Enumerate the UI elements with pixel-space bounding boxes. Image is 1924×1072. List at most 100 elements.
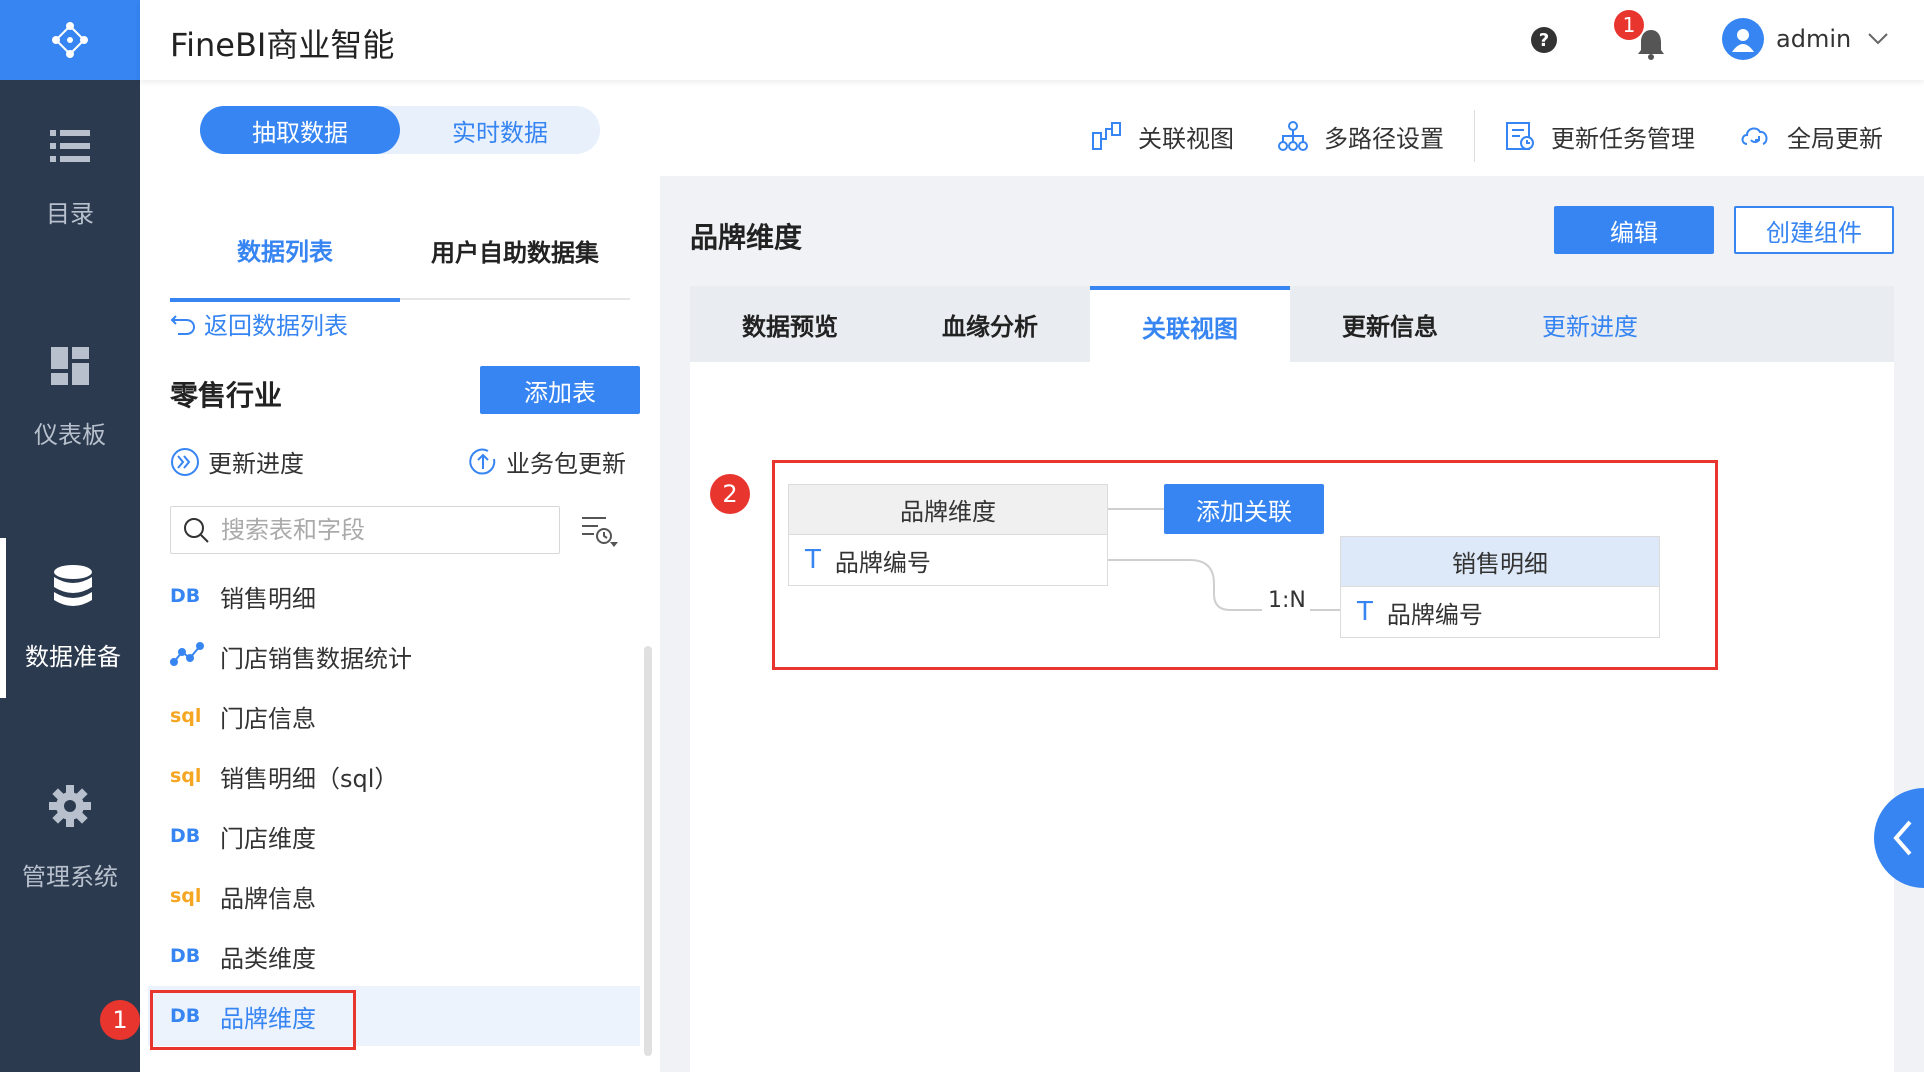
package-title: 零售行业 [170,379,283,412]
tab-update-progress[interactable]: 更新进度 [1490,286,1690,362]
multipath-button[interactable]: 多路径设置 [1278,119,1444,154]
text-field-icon: T [805,545,821,575]
list-scrollbar[interactable] [644,646,652,1056]
add-table-button[interactable]: 添加表 [480,366,640,414]
package-update-label: 业务包更新 [506,450,626,478]
tab-update-info[interactable]: 更新信息 [1290,286,1490,362]
tab-data-preview[interactable]: 数据预览 [690,286,890,362]
source-table-node[interactable]: 品牌维度 T 品牌编号 [788,484,1108,586]
relation-view-button[interactable]: 关联视图 [1092,119,1234,154]
source-field-row[interactable]: T 品牌编号 [789,535,1107,585]
nav-item-dashboard[interactable]: 仪表板 [0,318,140,478]
update-progress-label: 更新进度 [208,450,304,478]
edit-button[interactable]: 编辑 [1554,206,1714,254]
data-list-panel: 数据列表 用户自助数据集 返回数据列表 零售行业 添加表 更新进度 业务包更新 [140,176,660,1072]
nav-label: 目录 [46,199,94,228]
list-item[interactable]: DB 门店维度 [148,806,640,866]
filter-icon[interactable] [580,514,620,550]
table-name: 销售明细 [220,584,316,613]
hierarchy-icon [1278,121,1308,151]
sql-table-icon: sql [170,765,202,787]
table-title: 品牌维度 [690,221,803,254]
back-arrow-icon [170,314,196,335]
chevron-down-icon [1868,33,1888,45]
task-icon [1506,122,1534,150]
table-list: DB 销售明细 门店销售数据统计 sql 门店信息 sql 销售明细（sql） … [148,566,640,1046]
dashboard-icon [51,346,89,385]
table-name: 门店销售数据统计 [220,644,412,673]
chevron-left-icon [1893,820,1912,856]
tab-self-service-dataset[interactable]: 用户自助数据集 [400,200,630,300]
left-nav: 目录 仪表板 数据准备 管理系统 [0,0,140,1072]
source-table-header: 品牌维度 [789,485,1107,535]
logo-icon [52,22,88,58]
nav-item-data-prep[interactable]: 数据准备 [0,538,140,698]
upload-circle-icon [469,448,496,474]
global-update-label: 全局更新 [1787,124,1883,153]
create-component-button[interactable]: 创建组件 [1734,206,1894,254]
top-bar: FineBI商业智能 ? 1 admin [140,0,1924,80]
list-item[interactable]: DB 销售明细 [148,566,640,626]
logo[interactable] [0,0,140,80]
target-field-row[interactable]: T 品牌编号 [1341,587,1659,637]
search-icon [184,518,209,543]
gear-icon [49,784,91,827]
avatar [1722,18,1764,60]
sql-table-icon: sql [170,885,202,907]
multipath-label: 多路径设置 [1324,124,1444,153]
list-item[interactable]: 门店销售数据统计 [148,626,640,686]
db-table-icon: DB [170,945,201,967]
text-field-icon: T [1357,597,1373,627]
tab-lineage[interactable]: 血缘分析 [890,286,1090,362]
database-icon [54,564,92,606]
list-item[interactable]: DB 品类维度 [148,926,640,986]
notification-badge: 1 [1614,10,1644,40]
back-to-list-link[interactable]: 返回数据列表 [170,306,348,341]
list-item[interactable]: sql 门店信息 [148,686,640,746]
relation-canvas: 2 品牌维度 T 品牌编号 添加关联 1:N 销售明细 T 品牌编号 [690,362,1894,1072]
sql-table-icon: sql [170,705,202,727]
detail-panel: 品牌维度 编辑 创建组件 数据预览 血缘分析 关联视图 更新信息 更新进度 2 … [660,176,1924,1072]
back-link-label: 返回数据列表 [204,312,348,340]
cloud-refresh-icon [1741,127,1768,145]
list-item[interactable]: sql 品牌信息 [148,866,640,926]
nav-label: 数据准备 [25,642,121,671]
relation-view-label: 关联视图 [1138,124,1234,153]
nav-label: 仪表板 [34,420,106,449]
user-menu[interactable]: admin [1722,18,1889,60]
task-manage-label: 更新任务管理 [1551,124,1695,153]
table-search[interactable] [170,506,560,554]
app-title: FineBI商业智能 [170,26,395,64]
nav-label: 管理系统 [22,862,118,891]
target-table-node[interactable]: 销售明细 T 品牌编号 [1340,536,1660,638]
target-table-header: 销售明细 [1341,537,1659,587]
toolbar-actions: 关联视图 多路径设置 更新任务管理 全局更新 [1092,110,1924,162]
relation-cardinality: 1:N [1268,588,1306,613]
table-name: 销售明细（sql） [220,764,399,793]
tab-relation-view[interactable]: 关联视图 [1090,286,1290,362]
relation-view-icon [1092,122,1121,150]
field-name: 品牌编号 [834,548,931,577]
search-input[interactable] [221,516,541,544]
task-manage-button[interactable]: 更新任务管理 [1505,119,1695,154]
global-update-button[interactable]: 全局更新 [1739,119,1883,154]
help-icon[interactable]: ? [1530,26,1558,54]
svg-text:?: ? [1539,30,1549,51]
tab-data-list[interactable]: 数据列表 [170,200,400,302]
add-relation-button[interactable]: 添加关联 [1164,484,1324,534]
nav-item-catalog[interactable]: 目录 [0,98,140,258]
list-item[interactable]: sql 销售明细（sql） [148,746,640,806]
realtime-data-toggle[interactable]: 实时数据 [400,106,600,154]
extract-data-toggle[interactable]: 抽取数据 [200,106,400,154]
table-name: 门店维度 [220,824,316,853]
table-name: 品牌信息 [220,884,316,913]
update-progress-button[interactable]: 更新进度 [170,444,304,479]
nav-item-admin[interactable]: 管理系统 [0,758,140,918]
field-name: 品牌编号 [1386,600,1483,629]
user-icon [1732,29,1754,52]
left-tabs: 数据列表 用户自助数据集 [170,200,630,302]
table-name: 门店信息 [220,704,316,733]
mode-switch: 抽取数据 实时数据 [200,106,600,154]
package-update-button[interactable]: 业务包更新 [468,444,626,479]
highlight-box-1 [150,990,356,1050]
